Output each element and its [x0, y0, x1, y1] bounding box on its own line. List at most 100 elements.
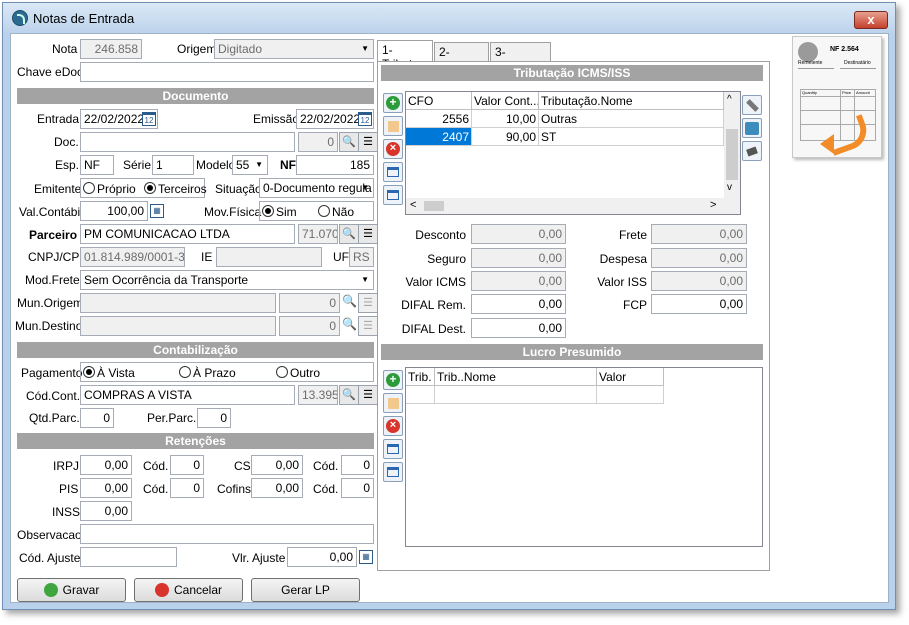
cnpj-field[interactable]: 01.814.989/0001-30: [80, 247, 185, 267]
list-icon[interactable]: ☰: [358, 293, 378, 313]
column-header[interactable]: CFO: [406, 92, 472, 110]
parceiro-code-field[interactable]: 71.070: [298, 224, 338, 244]
grid-cell[interactable]: [435, 386, 597, 404]
add-icon[interactable]: +: [383, 93, 403, 113]
edit-icon[interactable]: [383, 116, 403, 136]
search-icon[interactable]: 🔍: [342, 294, 357, 308]
gravar-button[interactable]: Gravar: [17, 578, 126, 602]
search-icon[interactable]: 🔍: [339, 385, 359, 405]
despesa-field[interactable]: 0,00: [651, 248, 747, 268]
search-icon[interactable]: 🔍: [339, 132, 359, 152]
cancelar-button[interactable]: Cancelar: [134, 578, 243, 602]
close-button[interactable]: x: [854, 11, 888, 29]
codcont-field[interactable]: COMPRAS A VISTA: [80, 385, 295, 405]
grid-cell[interactable]: [406, 386, 435, 404]
tool-icon[interactable]: [742, 95, 762, 115]
calculator-icon[interactable]: ▦: [150, 204, 164, 218]
search-icon[interactable]: 🔍: [339, 224, 359, 244]
scroll-down-icon[interactable]: v: [727, 182, 732, 193]
tab-tributos[interactable]: 1-Tributos: [377, 40, 433, 71]
nota-field[interactable]: 246.858: [80, 39, 142, 59]
desconto-field[interactable]: 0,00: [471, 224, 566, 244]
tab-produtos[interactable]: 3-Produtos: [490, 42, 551, 73]
scroll-right-icon[interactable]: >: [710, 199, 716, 211]
nf-field[interactable]: 185: [296, 155, 374, 175]
pis-field[interactable]: 0,00: [80, 478, 132, 498]
ie-field[interactable]: [216, 247, 322, 267]
qtdparc-field[interactable]: 0: [80, 408, 114, 428]
edit-icon[interactable]: [383, 393, 403, 413]
origem-select[interactable]: Digitado: [214, 39, 374, 59]
list-icon[interactable]: ☰: [358, 132, 378, 152]
list-icon[interactable]: ☰: [358, 316, 378, 336]
pag-vista-radio[interactable]: [83, 366, 95, 378]
grid-cell[interactable]: 2556: [406, 110, 472, 128]
calendar-icon[interactable]: 12: [358, 112, 372, 126]
scroll-up-icon[interactable]: ^: [727, 94, 732, 105]
codcont-code-field[interactable]: 13.395: [298, 385, 338, 405]
eraser-icon[interactable]: [742, 141, 762, 161]
cofins-cod-field[interactable]: 0: [341, 478, 374, 498]
list-icon[interactable]: ☰: [358, 224, 378, 244]
layout-icon[interactable]: [383, 439, 403, 459]
delete-icon[interactable]: ×: [383, 139, 403, 159]
tab-contabil[interactable]: 2-Contábil: [434, 42, 489, 73]
movfisica-sim-radio[interactable]: [262, 205, 274, 217]
grid-cell[interactable]: 10,00: [472, 110, 539, 128]
uf-field[interactable]: RS: [349, 247, 374, 267]
esp-field[interactable]: NF: [80, 155, 114, 175]
irpj-field[interactable]: 0,00: [80, 455, 132, 475]
horizontal-scrollbar[interactable]: < >: [406, 198, 740, 214]
scroll-thumb[interactable]: [726, 129, 738, 180]
add-icon[interactable]: +: [383, 370, 403, 390]
chave-field[interactable]: [80, 62, 374, 82]
emitente-terceiros-radio[interactable]: [144, 182, 156, 194]
modelo-select[interactable]: 55: [232, 155, 268, 175]
column-header[interactable]: Trib.: [406, 368, 435, 386]
valoricms-field[interactable]: 0,00: [471, 271, 566, 291]
mundestino-num-field[interactable]: 0: [279, 316, 340, 336]
mundestino-field[interactable]: [80, 316, 276, 336]
calculator-icon[interactable]: ▦: [359, 550, 373, 564]
emitente-proprio-radio[interactable]: [83, 182, 95, 194]
munorigem-field[interactable]: [80, 293, 276, 313]
calendar-icon[interactable]: 12: [142, 112, 156, 126]
doc-field[interactable]: [80, 132, 295, 152]
valoriss-field[interactable]: 0,00: [651, 271, 747, 291]
form-edit-icon[interactable]: [383, 185, 403, 205]
layout-icon[interactable]: [383, 162, 403, 182]
doc-number-field[interactable]: 0: [298, 132, 338, 152]
seguro-field[interactable]: 0,00: [471, 248, 566, 268]
scroll-left-icon[interactable]: <: [410, 199, 416, 211]
column-header[interactable]: Valor Cont...: [472, 92, 539, 110]
grid-cell[interactable]: 90,00: [472, 128, 539, 146]
form-edit-icon[interactable]: [383, 462, 403, 482]
observacao-field[interactable]: [80, 524, 374, 544]
list-icon[interactable]: ☰: [358, 385, 378, 405]
movfisica-nao-radio[interactable]: [318, 205, 330, 217]
modfrete-select[interactable]: Sem Ocorrência da Transporte: [80, 270, 374, 290]
cs-cod-field[interactable]: 0: [341, 455, 374, 475]
column-header[interactable]: Tributação.Nome: [539, 92, 724, 110]
vlrajuste-field[interactable]: 0,00: [287, 547, 357, 567]
delete-icon[interactable]: ×: [383, 416, 403, 436]
parceiro-field[interactable]: PM COMUNICACAO LTDA: [80, 224, 295, 244]
frete-field[interactable]: 0,00: [651, 224, 747, 244]
difaldest-field[interactable]: 0,00: [471, 318, 566, 338]
column-header[interactable]: Valor: [597, 368, 664, 386]
pag-outro-radio[interactable]: [276, 366, 288, 378]
pag-prazo-radio[interactable]: [179, 366, 191, 378]
serie-field[interactable]: 1: [152, 155, 194, 175]
difalrem-field[interactable]: 0,00: [471, 294, 566, 314]
scroll-thumb[interactable]: [424, 201, 444, 211]
cs-field[interactable]: 0,00: [251, 455, 303, 475]
column-header[interactable]: Trib..Nome: [435, 368, 597, 386]
grid-cell-selected[interactable]: 2407: [406, 128, 472, 146]
valcontabil-field[interactable]: 100,00: [80, 201, 148, 221]
pis-cod-field[interactable]: 0: [170, 478, 204, 498]
codajuste-field[interactable]: [80, 547, 177, 567]
grid-cell[interactable]: ST: [539, 128, 724, 146]
grid-cell[interactable]: Outras: [539, 110, 724, 128]
search-icon[interactable]: 🔍: [342, 317, 357, 331]
inss-field[interactable]: 0,00: [80, 501, 132, 521]
